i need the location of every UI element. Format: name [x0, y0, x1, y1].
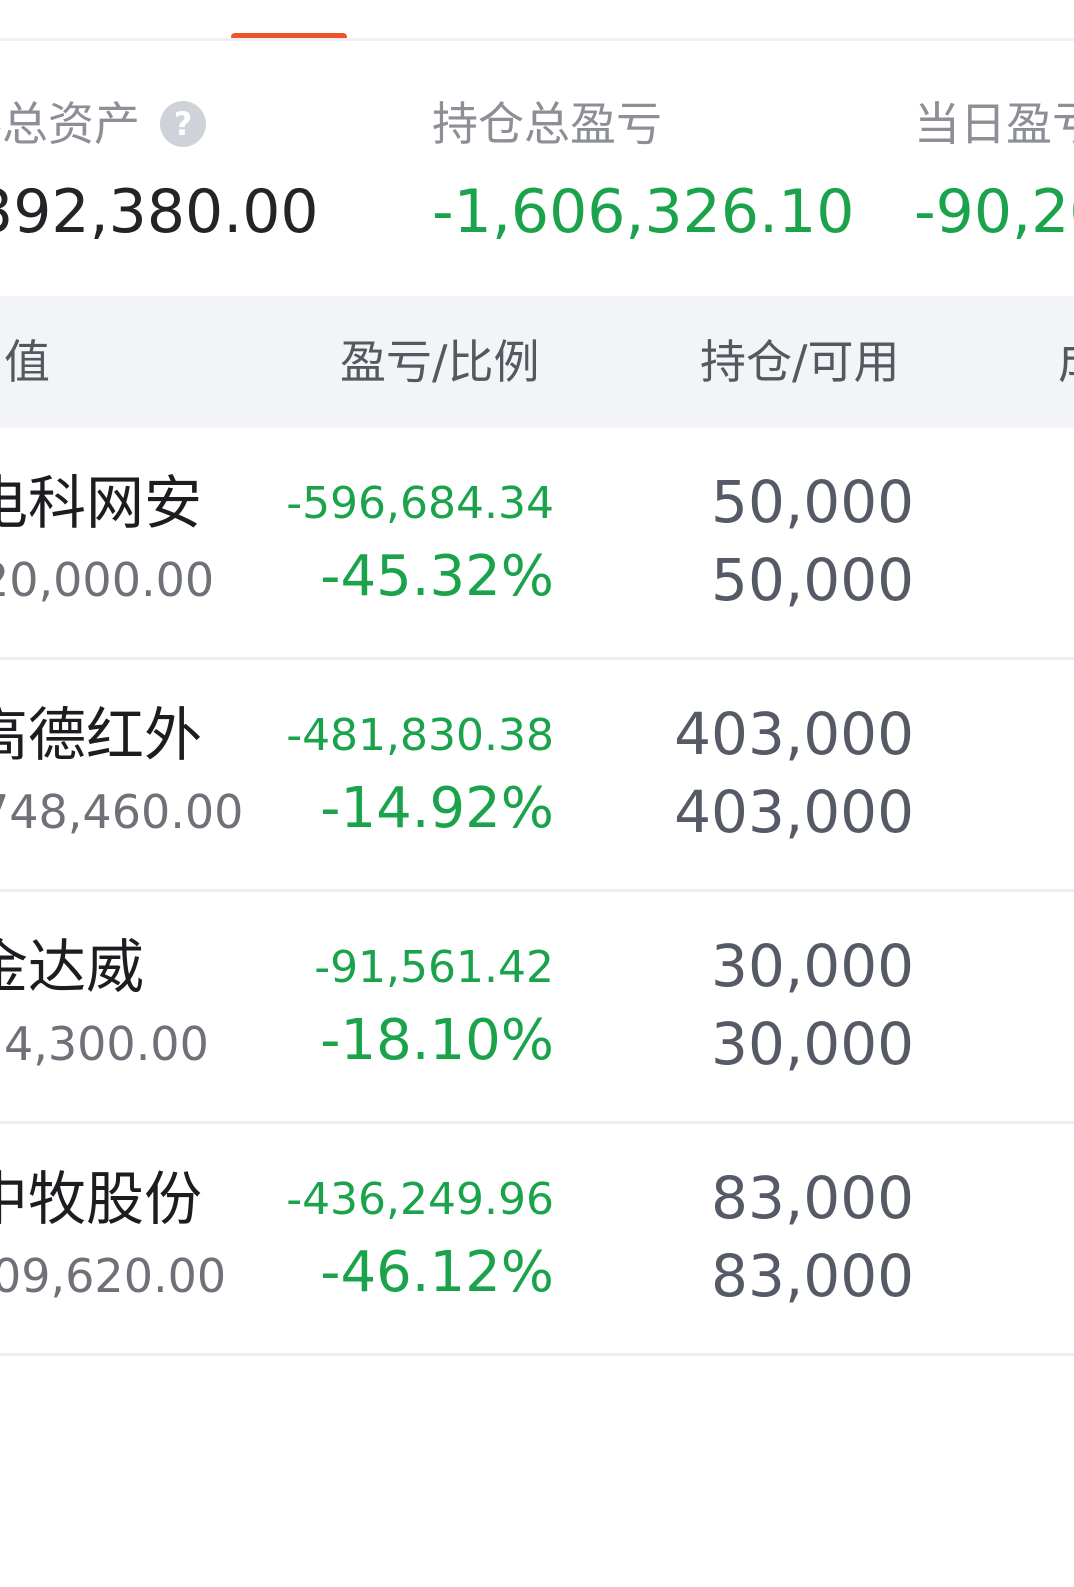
total-assets-label: 券总资产: [0, 97, 140, 151]
pl-amount: -481,830.38: [286, 710, 554, 761]
position-pl-label: 持仓总盈亏: [432, 97, 662, 151]
position-qty: 83,000: [711, 1164, 914, 1232]
stock-name: 高德红外: [0, 701, 203, 769]
stock-name: 中牧股份: [0, 1165, 203, 1233]
market-value: 4,300.00: [4, 1017, 209, 1071]
position-qty: 30,000: [711, 932, 914, 1000]
daily-pl-label: 当日盈亏: [914, 97, 1074, 151]
market-value: 09,620.00: [0, 1249, 227, 1303]
header-position-available[interactable]: 持仓/可用: [700, 296, 900, 428]
position-pl: 持仓总盈亏 -1,606,326.10: [432, 92, 854, 252]
pl-amount: -436,249.96: [286, 1174, 554, 1225]
holdings-list: 电科网安 20,000.00 -596,684.34 -45.32% 50,00…: [0, 428, 1074, 1356]
pl-ratio: -14.92%: [320, 776, 554, 841]
table-row[interactable]: 中牧股份 09,620.00 -436,249.96 -46.12% 83,00…: [0, 1124, 1074, 1356]
help-icon[interactable]: ?: [160, 101, 206, 147]
market-value: 748,460.00: [0, 785, 244, 839]
pl-ratio: -45.32%: [320, 544, 554, 609]
account-summary: 券总资产 ? ,392,380.00 持仓总盈亏 -1,606,326.10 当…: [0, 92, 1074, 272]
pl-amount: -91,561.42: [314, 942, 554, 993]
stock-name: 金达威: [0, 933, 145, 1001]
table-row[interactable]: 金达威 4,300.00 -91,561.42 -18.10% 30,000 3…: [0, 892, 1074, 1124]
tab-divider: [0, 38, 1074, 41]
total-assets-value: ,392,380.00: [0, 177, 319, 247]
header-cost[interactable]: 成: [1058, 296, 1074, 428]
table-row[interactable]: 电科网安 20,000.00 -596,684.34 -45.32% 50,00…: [0, 428, 1074, 660]
available-qty: 83,000: [711, 1242, 914, 1310]
available-qty: 50,000: [711, 546, 914, 614]
position-pl-value: -1,606,326.10: [432, 177, 855, 247]
total-assets: 券总资产 ? ,392,380.00: [0, 92, 319, 252]
daily-pl: 当日盈亏 -90,20: [914, 92, 1074, 252]
header-pl-ratio[interactable]: 盈亏/比例: [340, 296, 540, 428]
daily-pl-value: -90,20: [914, 177, 1074, 247]
stock-name: 电科网安: [0, 469, 203, 537]
available-qty: 403,000: [674, 778, 914, 846]
available-qty: 30,000: [711, 1010, 914, 1078]
table-header: 值 盈亏/比例 持仓/可用 成: [0, 296, 1074, 428]
pl-ratio: -46.12%: [320, 1240, 554, 1305]
market-value: 20,000.00: [0, 553, 215, 607]
table-row[interactable]: 高德红外 748,460.00 -481,830.38 -14.92% 403,…: [0, 660, 1074, 892]
position-qty: 50,000: [711, 468, 914, 536]
header-market-value[interactable]: 值: [4, 296, 50, 428]
position-qty: 403,000: [674, 700, 914, 768]
pl-amount: -596,684.34: [286, 478, 554, 529]
pl-ratio: -18.10%: [320, 1008, 554, 1073]
